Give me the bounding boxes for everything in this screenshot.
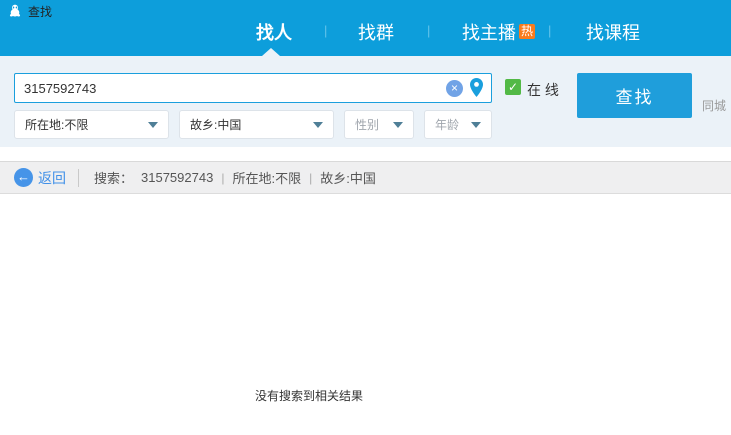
tab-separator: |: [548, 23, 551, 38]
tab-find-courses[interactable]: 找课程: [586, 19, 640, 45]
empty-results-message: 没有搜索到相关结果: [255, 387, 363, 404]
breadcrumb-filter-hometown: 故乡:中国: [320, 168, 376, 187]
tab-find-groups[interactable]: 找群: [358, 19, 394, 45]
city-service-text[interactable]: 同城: [702, 97, 726, 114]
tab-find-people[interactable]: 找人: [256, 19, 292, 45]
back-button[interactable]: ← 返回: [14, 168, 66, 188]
window-title-group: 查找: [8, 3, 52, 20]
search-button[interactable]: 查找: [577, 73, 692, 118]
back-label: 返回: [38, 168, 66, 188]
breadcrumb-separator: |: [309, 171, 312, 185]
search-input[interactable]: [15, 74, 491, 102]
search-box: ×: [14, 73, 492, 103]
qq-penguin-icon: [8, 4, 22, 19]
tab-find-streamers-label: 找主播: [462, 23, 516, 43]
back-arrow-icon: ←: [14, 168, 33, 187]
breadcrumb-query: 3157592743: [141, 170, 213, 185]
location-pin-icon[interactable]: [469, 78, 484, 98]
online-checkbox[interactable]: ✓: [505, 79, 521, 95]
divider: [78, 169, 79, 187]
tab-separator: |: [427, 23, 430, 38]
search-prefix: 搜索：: [94, 168, 133, 187]
breadcrumb-separator: |: [221, 171, 224, 185]
hometown-dropdown[interactable]: 故乡:中国: [179, 110, 334, 139]
age-dropdown-label: 年龄: [425, 116, 471, 133]
find-window: 查找 找人 | 找群 | 找主播热 | 找课程 × ✓ 在 线 查找 同城 所在…: [0, 0, 731, 435]
chevron-down-icon: [148, 122, 158, 128]
tab-find-streamers[interactable]: 找主播热: [462, 19, 535, 45]
active-tab-notch: [262, 48, 280, 56]
window-title: 查找: [28, 3, 52, 20]
breadcrumb-filter-location: 所在地:不限: [232, 168, 301, 187]
breadcrumb-bar: ← 返回 搜索： 3157592743 | 所在地:不限 | 故乡:中国: [0, 161, 731, 194]
results-area: 没有搜索到相关结果: [0, 195, 731, 435]
breadcrumb: 搜索： 3157592743 | 所在地:不限 | 故乡:中国: [94, 168, 376, 187]
location-dropdown[interactable]: 所在地:不限: [14, 110, 169, 139]
search-panel: × ✓ 在 线 查找 同城 所在地:不限 故乡:中国 性别 年龄: [0, 56, 731, 147]
header-bar: 查找 找人 | 找群 | 找主播热 | 找课程: [0, 0, 731, 56]
hometown-dropdown-label: 故乡:中国: [180, 116, 313, 133]
chevron-down-icon: [393, 122, 403, 128]
hot-badge: 热: [519, 24, 535, 39]
clear-input-icon[interactable]: ×: [446, 80, 463, 97]
tab-separator: |: [324, 23, 327, 38]
gender-dropdown-label: 性别: [345, 116, 393, 133]
online-label: 在 线: [527, 80, 559, 100]
location-dropdown-label: 所在地:不限: [15, 116, 148, 133]
age-dropdown[interactable]: 年龄: [424, 110, 492, 139]
gender-dropdown[interactable]: 性别: [344, 110, 414, 139]
chevron-down-icon: [471, 122, 481, 128]
chevron-down-icon: [313, 122, 323, 128]
